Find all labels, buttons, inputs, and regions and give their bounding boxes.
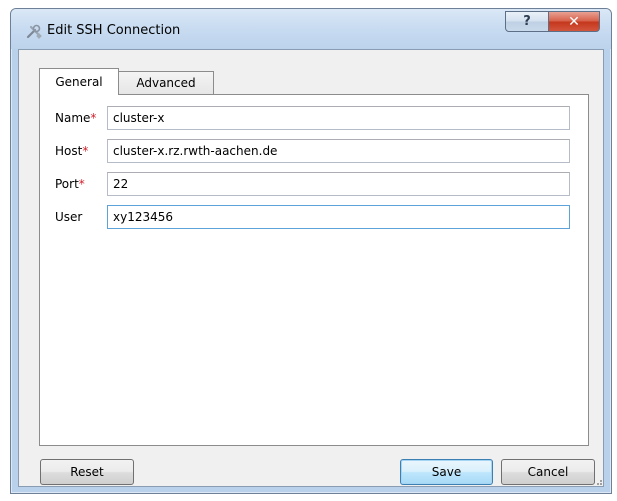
tab-advanced[interactable]: Advanced — [119, 71, 214, 94]
window-title: Edit SSH Connection — [47, 23, 181, 38]
close-icon: ✕ — [568, 13, 580, 30]
user-row: User — [40, 205, 588, 229]
resize-grip-icon[interactable] — [594, 477, 602, 485]
tab-general[interactable]: General — [39, 68, 119, 95]
help-icon: ? — [523, 14, 531, 29]
tools-icon — [26, 24, 42, 39]
help-button[interactable]: ? — [505, 11, 549, 32]
reset-button[interactable]: Reset — [40, 459, 134, 485]
dialog-body: General Advanced Name* Host* Port* User … — [18, 49, 604, 487]
host-label: Host* — [55, 144, 89, 158]
user-label: User — [55, 210, 83, 224]
close-button[interactable]: ✕ — [548, 11, 600, 32]
port-label: Port* — [55, 177, 85, 191]
user-field[interactable] — [107, 205, 570, 229]
name-label: Name* — [55, 111, 97, 125]
cancel-button[interactable]: Cancel — [501, 459, 595, 485]
required-marker: * — [82, 144, 89, 158]
general-panel: Name* Host* Port* User — [39, 94, 589, 446]
host-field[interactable] — [107, 139, 570, 163]
port-row: Port* — [40, 172, 588, 196]
required-marker: * — [90, 111, 97, 125]
name-field[interactable] — [107, 106, 570, 130]
save-button[interactable]: Save — [400, 459, 493, 485]
title-bar[interactable]: Edit SSH Connection ? ✕ — [11, 9, 611, 49]
required-marker: * — [78, 177, 85, 191]
host-row: Host* — [40, 139, 588, 163]
port-field[interactable] — [107, 172, 570, 196]
name-row: Name* — [40, 106, 588, 130]
dialog-window: Edit SSH Connection ? ✕ General Advanced… — [10, 8, 612, 494]
